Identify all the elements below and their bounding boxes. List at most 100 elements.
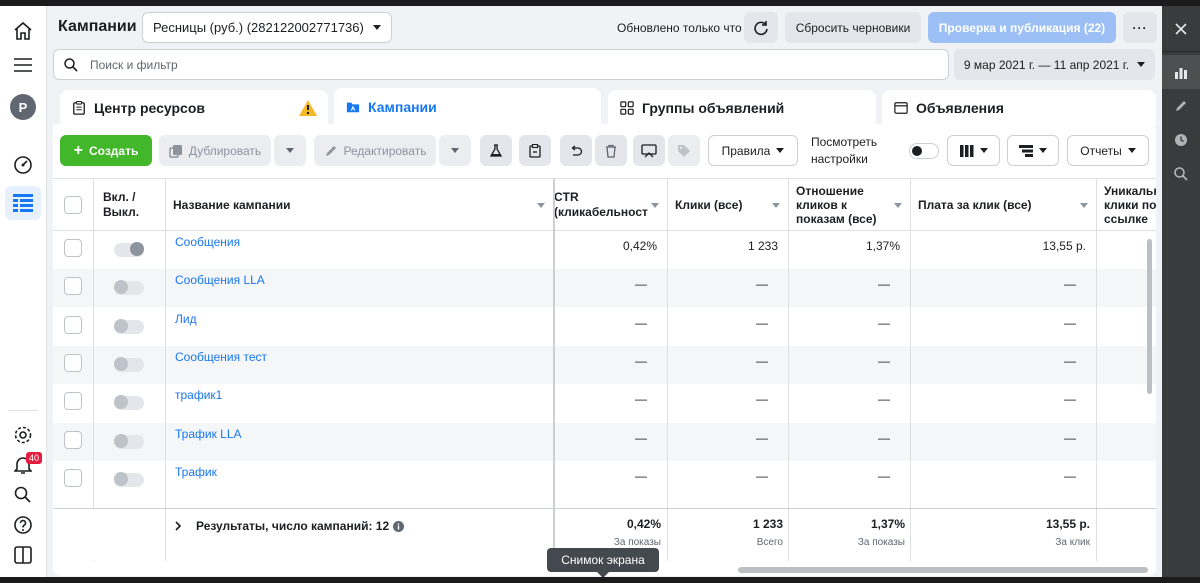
delete-button[interactable] <box>595 135 627 166</box>
row-checkbox[interactable] <box>64 468 82 487</box>
header-ctr-ratio[interactable]: Отношение кликов к показам (все) <box>788 179 910 231</box>
tab-ads[interactable]: Объявления <box>882 90 1156 126</box>
row-checkbox[interactable] <box>64 392 82 411</box>
search-filter-bar[interactable] <box>53 49 949 80</box>
menu-icon[interactable] <box>8 50 38 80</box>
campaign-name-link[interactable]: Трафик <box>175 465 217 479</box>
row-checkbox[interactable] <box>64 430 82 449</box>
header-cpc[interactable]: Плата за клик (все) <box>910 179 1096 231</box>
table-row[interactable]: трафик1 — — — — <box>53 384 1156 422</box>
create-button[interactable]: + Создать <box>60 135 152 166</box>
search-icon <box>64 57 78 72</box>
date-range-picker[interactable]: 9 мар 2021 г. — 11 апр 2021 г. <box>954 49 1155 80</box>
report-panel-icon[interactable] <box>8 540 38 570</box>
row-checkbox[interactable] <box>64 239 82 257</box>
table-row[interactable]: Трафик — — — — <box>53 461 1156 499</box>
campaign-name-link[interactable]: Сообщения LLA <box>175 273 265 287</box>
search-icon[interactable] <box>8 480 38 510</box>
clicks-value: — <box>756 468 768 483</box>
duplicate-dropdown[interactable] <box>274 135 306 166</box>
zoom-search-icon[interactable] <box>1162 157 1200 191</box>
select-all-checkbox[interactable] <box>64 195 82 214</box>
breakdown-button[interactable] <box>1007 135 1059 166</box>
pencil-icon[interactable] <box>1162 89 1200 123</box>
table-row[interactable]: Сообщения 0,42% 1 233 1,37% 13,55 р. <box>53 231 1156 269</box>
ratio-value: — <box>878 430 890 445</box>
help-icon[interactable] <box>8 510 38 540</box>
account-avatar[interactable]: P <box>8 92 38 122</box>
header-clicks[interactable]: Клики (все) <box>667 179 788 231</box>
left-rail: P 40 <box>0 6 47 580</box>
tab-resource-center[interactable]: Центр ресурсов <box>60 90 328 126</box>
review-publish-button[interactable]: Проверка и публикация (22) <box>928 12 1116 43</box>
paste-button[interactable] <box>519 135 551 166</box>
campaign-name-link[interactable]: Трафик LLA <box>175 427 242 441</box>
frozen-column-divider[interactable] <box>553 179 555 561</box>
table-row[interactable]: Сообщения тест — — — — <box>53 345 1156 384</box>
preview-button[interactable] <box>633 135 665 166</box>
horizontal-scrollbar[interactable] <box>738 567 1148 573</box>
history-clock-icon[interactable] <box>1162 123 1200 157</box>
refresh-button[interactable] <box>744 12 778 43</box>
close-icon[interactable] <box>1162 12 1200 46</box>
view-settings-label: Посмотреть настройки <box>811 135 878 166</box>
preview-icon <box>641 143 657 157</box>
campaigns-grid-icon[interactable] <box>5 186 41 220</box>
search-input[interactable] <box>90 57 790 72</box>
columns-button[interactable] <box>947 135 1000 166</box>
ctr-value: — <box>635 430 647 445</box>
chart-icon[interactable] <box>1162 55 1200 89</box>
campaign-onoff-toggle[interactable] <box>114 395 144 411</box>
create-label: Создать <box>88 143 139 158</box>
info-icon[interactable] <box>393 520 405 532</box>
account-selector[interactable]: Ресницы (руб.) (282122002771736) <box>142 12 392 43</box>
home-icon[interactable] <box>8 16 38 46</box>
campaign-onoff-toggle[interactable] <box>114 356 144 372</box>
campaign-name-link[interactable]: Сообщения <box>175 235 240 249</box>
reset-drafts-button[interactable]: Сбросить черновики <box>785 12 921 43</box>
campaign-name-link[interactable]: Сообщения тест <box>175 350 267 364</box>
header-onoff[interactable]: Вкл. / Выкл. <box>93 179 165 231</box>
campaign-name-link[interactable]: Лид <box>175 312 197 326</box>
table-row[interactable]: Лид — — — — <box>53 308 1156 346</box>
header-unique-clicks[interactable]: Уникальн клики по ссылке <box>1096 179 1156 231</box>
duplicate-button[interactable]: Дублировать <box>159 135 271 166</box>
tab-label: Центр ресурсов <box>94 100 205 116</box>
tab-ad-sets[interactable]: Группы объявлений <box>608 90 876 126</box>
view-settings-toggle[interactable] <box>909 143 939 159</box>
table-row[interactable]: Трафик LLA — — — — <box>53 422 1156 461</box>
edit-button[interactable]: Редактировать <box>314 135 436 166</box>
chevron-down-icon <box>776 148 785 153</box>
tab-campaigns[interactable]: Кампании <box>334 88 601 126</box>
notifications-bell-icon[interactable]: 40 <box>8 450 42 480</box>
row-checkbox[interactable] <box>64 277 82 296</box>
clipboard-icon <box>529 143 541 158</box>
dashboard-icon[interactable] <box>8 150 38 180</box>
header-ctr[interactable]: CTR (кликабельност <box>553 179 667 231</box>
table-row[interactable]: Сообщения LLA — — — — <box>53 269 1156 308</box>
column-divider <box>667 509 668 561</box>
more-options-button[interactable]: ··· <box>1123 12 1157 43</box>
ratio-value: 1,37% <box>865 239 900 253</box>
reports-button[interactable]: Отчеты <box>1067 135 1149 166</box>
campaign-onoff-toggle[interactable] <box>114 242 144 257</box>
undo-button[interactable] <box>560 135 592 166</box>
tag-button[interactable] <box>668 135 700 166</box>
row-toggle-cell <box>93 346 165 384</box>
page-title: Кампании <box>58 18 137 35</box>
results-expander[interactable]: Результаты, число кампаний: 12 <box>174 519 405 533</box>
settings-gear-icon[interactable] <box>8 420 38 450</box>
ab-test-button[interactable] <box>480 135 512 166</box>
header-campaign-name[interactable]: Название кампании <box>165 179 553 231</box>
edit-dropdown[interactable] <box>439 135 471 166</box>
cell-ctr: — <box>553 308 667 346</box>
vertical-scrollbar[interactable] <box>1147 239 1152 394</box>
campaign-onoff-toggle[interactable] <box>114 318 144 334</box>
rules-button[interactable]: Правила <box>708 135 798 166</box>
row-checkbox[interactable] <box>64 315 82 334</box>
campaign-onoff-toggle[interactable] <box>114 433 144 449</box>
campaign-onoff-toggle[interactable] <box>114 280 144 296</box>
campaign-name-link[interactable]: трафик1 <box>175 388 222 402</box>
campaign-onoff-toggle[interactable] <box>114 471 144 487</box>
row-checkbox[interactable] <box>64 353 82 372</box>
